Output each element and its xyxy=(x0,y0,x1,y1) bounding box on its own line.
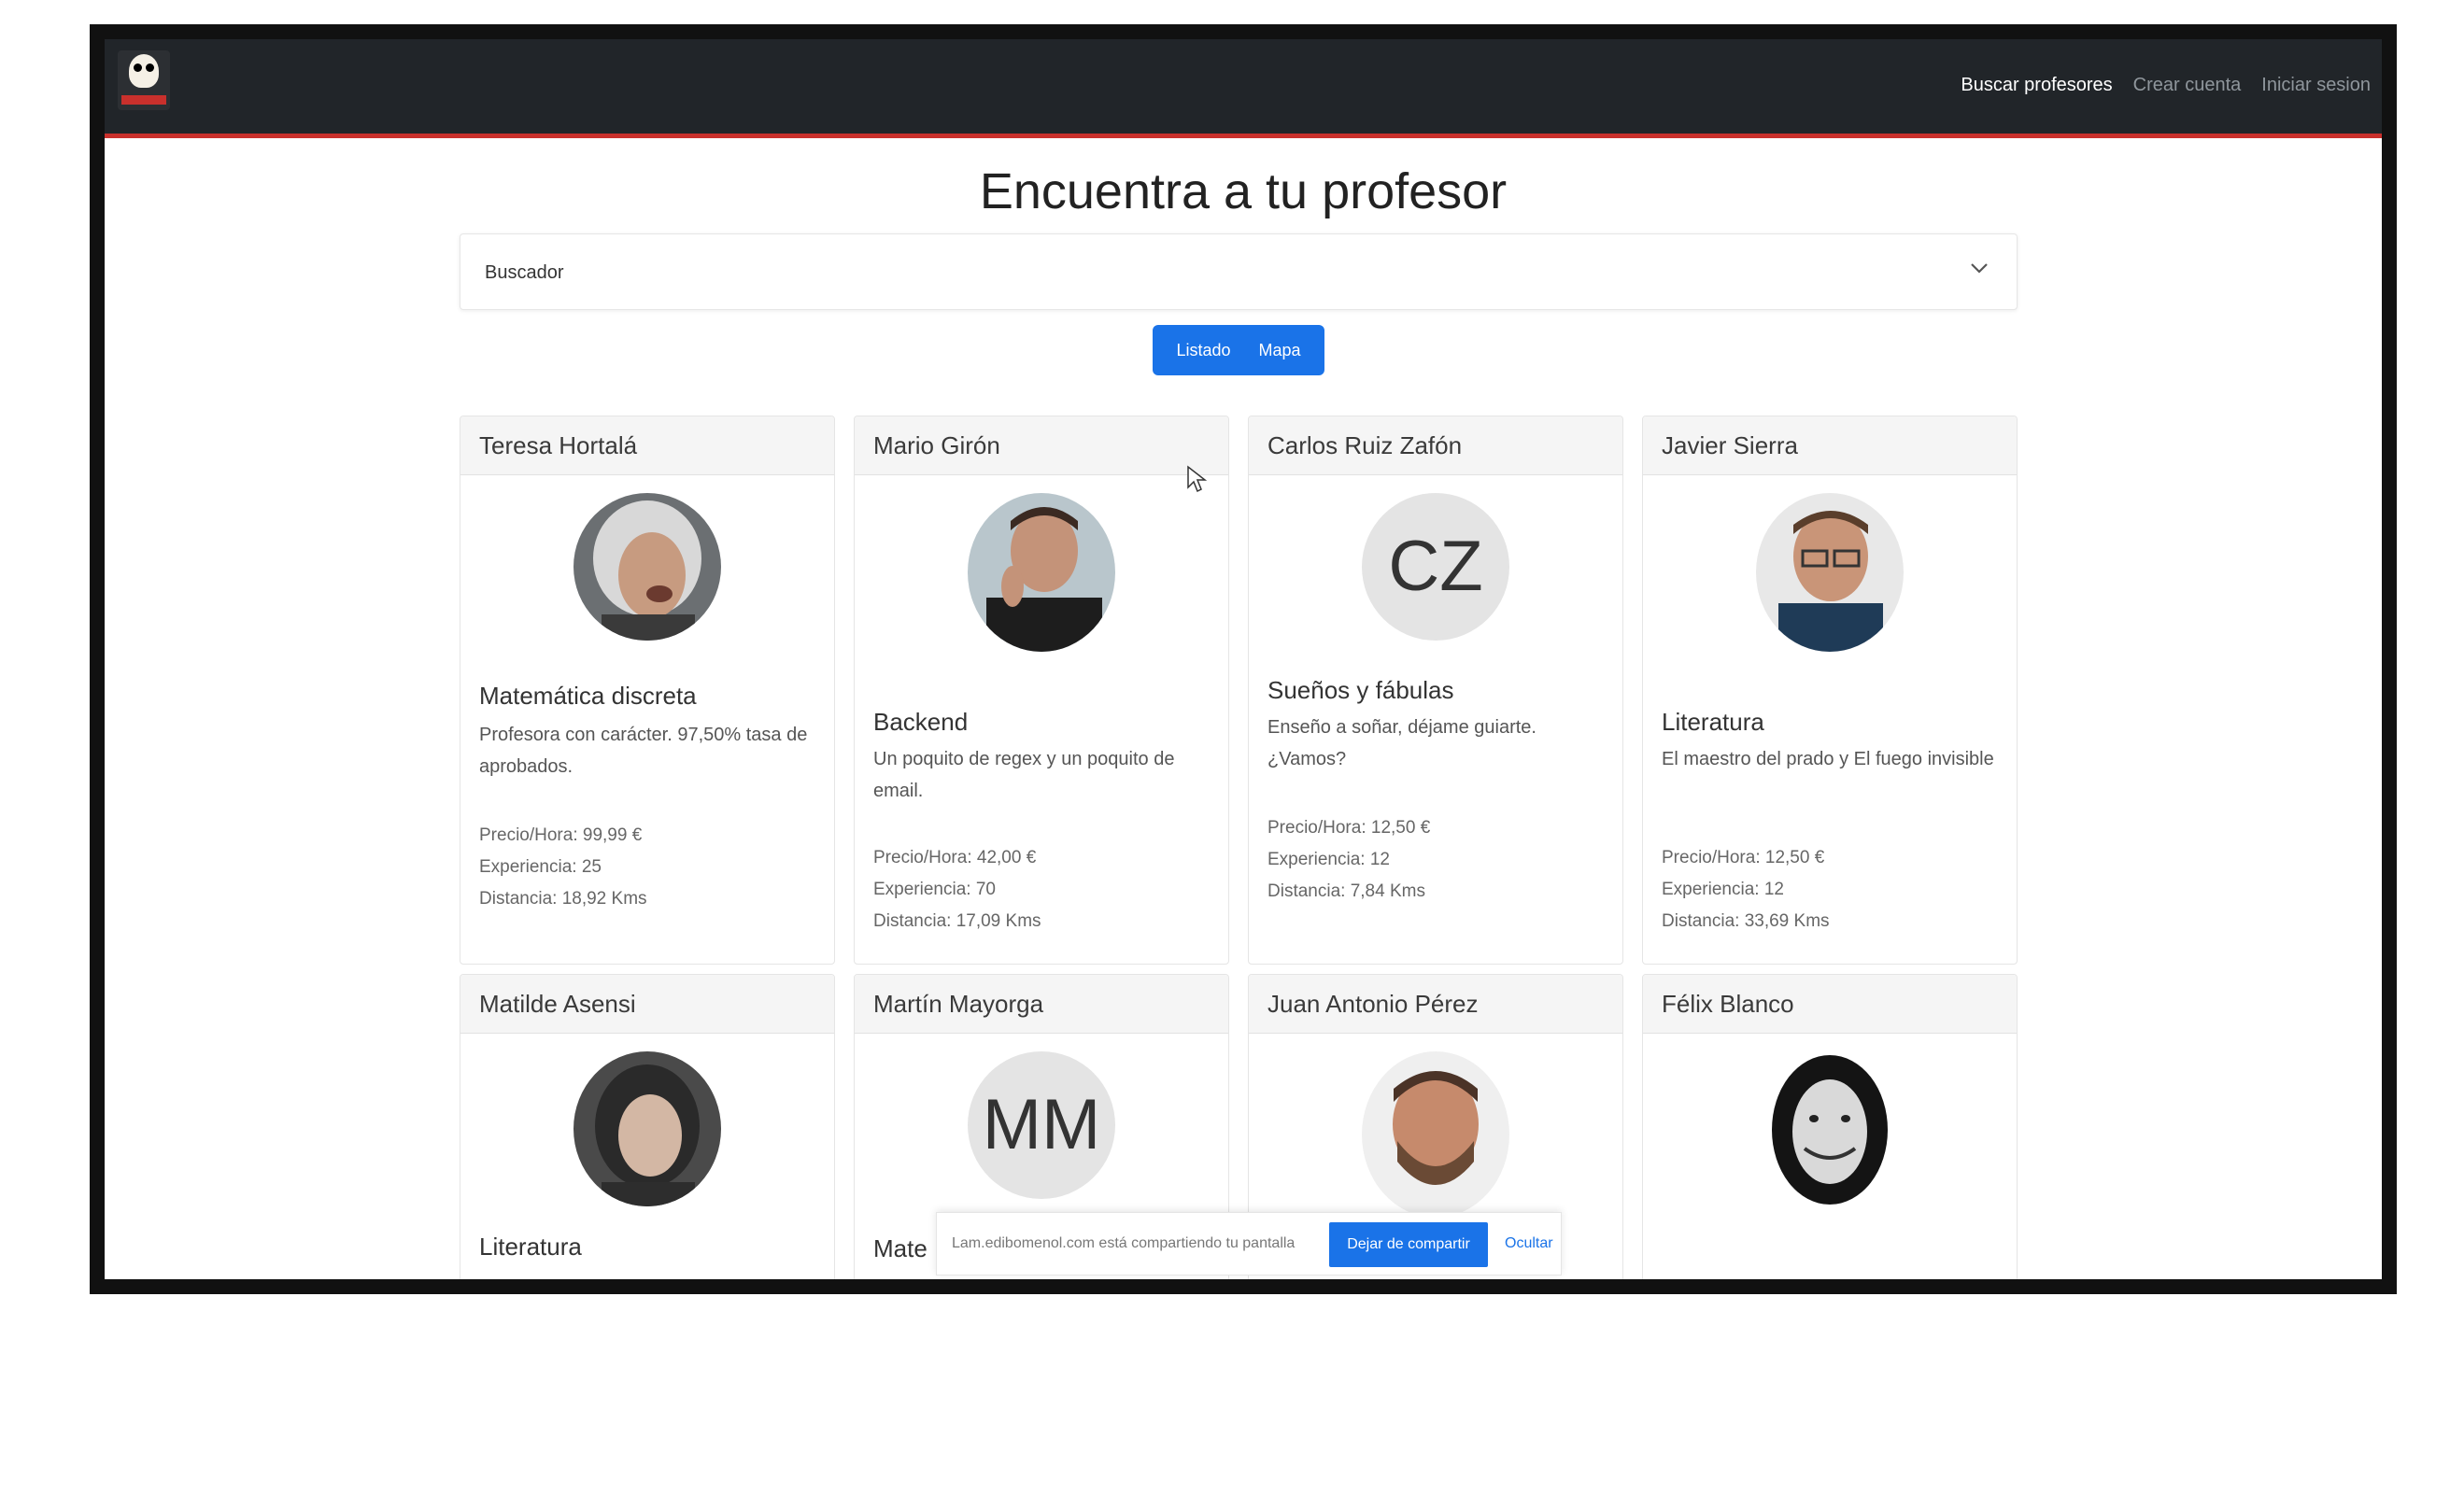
teacher-experience: Experiencia: 12 xyxy=(1662,880,1784,899)
photo-woman-portrait xyxy=(574,1051,721,1206)
teacher-name: Martín Mayorga xyxy=(855,975,1228,1034)
teacher-price: Precio/Hora: 99,99 € xyxy=(479,825,643,845)
screen-share-notification: Lam.edibomenol.com está compartiendo tu … xyxy=(936,1212,1562,1276)
avatar xyxy=(574,493,721,641)
owl-icon xyxy=(129,54,159,88)
teacher-subject: Sueños y fábulas xyxy=(1267,676,1454,704)
photo-man-beard xyxy=(1362,1051,1509,1218)
view-toggle: Listado Mapa xyxy=(1153,325,1324,375)
teacher-distance: Distancia: 17,09 Kms xyxy=(873,911,1041,931)
photo-man-gesturing xyxy=(968,493,1115,652)
search-label: Buscador xyxy=(485,262,564,283)
teacher-description: Un poquito de regex y un poquito de emai… xyxy=(873,749,1175,801)
teacher-experience: Experiencia: 70 xyxy=(873,880,996,899)
teacher-price: Precio/Hora: 12,50 € xyxy=(1662,848,1825,867)
teacher-name: Félix Blanco xyxy=(1643,975,2017,1034)
map-view-button[interactable]: Mapa xyxy=(1259,341,1301,360)
teacher-subject: Backend xyxy=(873,708,969,736)
avatar xyxy=(1756,1051,1904,1218)
list-view-button[interactable]: Listado xyxy=(1176,341,1230,360)
screen-share-text: Lam.edibomenol.com está compartiendo tu … xyxy=(952,1235,1296,1251)
photo-woman-smiling xyxy=(574,493,721,641)
teacher-name: Mario Girón xyxy=(855,416,1228,475)
teacher-description: El maestro del prado y El fuego invisibl… xyxy=(1662,749,1994,769)
teacher-distance: Distancia: 7,84 Kms xyxy=(1267,881,1425,901)
teacher-card[interactable]: Javier Sierra Literatura El maestro del … xyxy=(1642,416,2018,965)
app-logo[interactable] xyxy=(118,50,170,110)
teacher-subject: Mate xyxy=(873,1234,928,1262)
nav-iniciar-sesion[interactable]: Iniciar sesion xyxy=(2261,75,2371,96)
teacher-name: Carlos Ruiz Zafón xyxy=(1249,416,1622,475)
navbar: Buscar profesores Crear cuenta Iniciar s… xyxy=(105,39,2382,138)
chevron-down-icon xyxy=(1971,263,1988,274)
teacher-name: Juan Antonio Pérez xyxy=(1249,975,1622,1034)
avatar xyxy=(968,493,1115,652)
avatar-initials: CZ xyxy=(1362,493,1509,641)
search-dropdown[interactable]: Buscador xyxy=(460,233,2018,310)
avatar-initials: MM xyxy=(968,1051,1115,1199)
nav-buscar-profesores[interactable]: Buscar profesores xyxy=(1961,75,2112,96)
photo-man-glasses xyxy=(1756,493,1904,652)
teacher-card[interactable]: Matilde Asensi Literatura xyxy=(460,974,835,1279)
teacher-name: Javier Sierra xyxy=(1643,416,2017,475)
teacher-distance: Distancia: 33,69 Kms xyxy=(1662,911,1830,931)
teacher-card[interactable]: Carlos Ruiz Zafón CZ Sueños y fábulas En… xyxy=(1248,416,1623,965)
teacher-subject: Matemática discreta xyxy=(479,682,697,710)
page-title: Encuentra a tu profesor xyxy=(979,163,1508,219)
stop-sharing-button[interactable]: Dejar de compartir xyxy=(1329,1222,1488,1267)
teacher-subject: Literatura xyxy=(1662,708,1764,736)
browser-frame: Buscar profesores Crear cuenta Iniciar s… xyxy=(90,24,2397,1294)
teacher-price: Precio/Hora: 12,50 € xyxy=(1267,818,1431,838)
teacher-price: Precio/Hora: 42,00 € xyxy=(873,848,1037,867)
teacher-name: Matilde Asensi xyxy=(460,975,834,1034)
teacher-name: Teresa Hortalá xyxy=(460,416,834,475)
nav-crear-cuenta[interactable]: Crear cuenta xyxy=(2133,75,2242,96)
photo-man-bw xyxy=(1756,1051,1904,1218)
avatar xyxy=(1756,493,1904,652)
hide-button[interactable]: Ocultar xyxy=(1505,1235,1553,1252)
avatar xyxy=(574,1051,721,1206)
teacher-card[interactable]: Félix Blanco xyxy=(1642,974,2018,1279)
avatar xyxy=(1362,1051,1509,1218)
teacher-description: Profesora con carácter. 97,50% tasa de a… xyxy=(479,725,808,777)
teacher-card[interactable]: Mario Girón Backend Un poquito de regex … xyxy=(854,416,1229,965)
teacher-subject: Literatura xyxy=(479,1233,582,1261)
teacher-card[interactable]: Teresa Hortalá Matemática discreta Profe… xyxy=(460,416,835,965)
teacher-distance: Distancia: 18,92 Kms xyxy=(479,889,647,909)
teacher-experience: Experiencia: 25 xyxy=(479,857,602,877)
teacher-experience: Experiencia: 12 xyxy=(1267,850,1390,869)
mouse-cursor-icon xyxy=(1187,465,1207,493)
teacher-description: Enseño a soñar, déjame guiarte. ¿Vamos? xyxy=(1267,717,1536,769)
